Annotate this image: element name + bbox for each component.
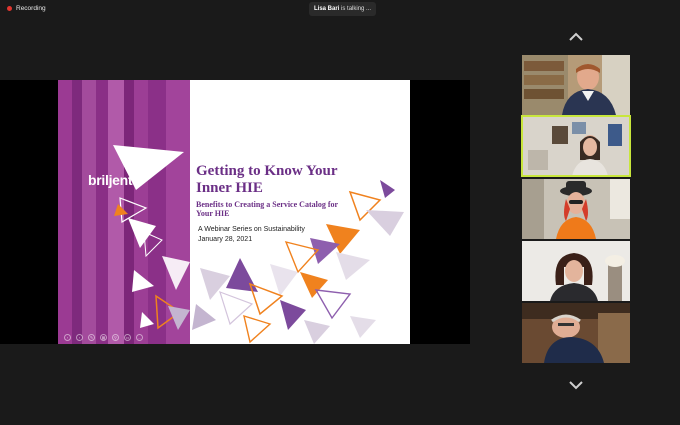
participant-video: [522, 55, 630, 115]
slide-brand-panel: briljent ‹ › ✎ ▦ ⚲ ▭ …: [58, 80, 190, 344]
slide-title-line-1: Getting to Know Your: [196, 163, 338, 179]
slide-triangle-pattern: [192, 180, 404, 344]
recording-indicator[interactable]: Recording: [7, 5, 46, 12]
previous-slide-icon[interactable]: ‹: [64, 334, 71, 341]
active-speaker-name: Lisa Bari: [314, 6, 340, 12]
slide-control-bar: ‹ › ✎ ▦ ⚲ ▭ …: [64, 334, 143, 341]
zoom-icon[interactable]: ⚲: [112, 334, 119, 341]
subtitles-icon[interactable]: ▭: [124, 334, 131, 341]
participant-video: [522, 179, 630, 239]
participant-video: [522, 241, 630, 301]
participant-video-tile[interactable]: [522, 241, 630, 301]
slides-grid-icon[interactable]: ▦: [100, 334, 107, 341]
recording-dot-icon: [7, 6, 12, 11]
participant-video-tile[interactable]: [522, 303, 630, 363]
slide-decoration-left: [113, 145, 190, 330]
participant-video-tile[interactable]: [522, 179, 630, 239]
participant-video-tile[interactable]: [522, 55, 630, 115]
presentation-slide: briljent ‹ › ✎ ▦ ⚲ ▭ … Getting to Know Y…: [58, 80, 410, 344]
participant-video: [522, 116, 630, 176]
more-options-icon[interactable]: …: [136, 334, 143, 341]
chevron-up-icon[interactable]: [568, 32, 584, 42]
briljent-logo: briljent: [88, 172, 133, 188]
next-slide-icon[interactable]: ›: [76, 334, 83, 341]
slide-content-panel: Getting to Know Your Inner HIE Benefits …: [190, 80, 410, 344]
active-speaker-status: is talking ...: [341, 6, 372, 12]
participant-video-tile-active-speaker[interactable]: [521, 115, 631, 177]
shared-screen[interactable]: briljent ‹ › ✎ ▦ ⚲ ▭ … Getting to Know Y…: [0, 80, 470, 344]
pen-icon[interactable]: ✎: [88, 334, 95, 341]
recording-label: Recording: [16, 5, 46, 12]
chevron-down-icon[interactable]: [568, 380, 584, 390]
participant-video: [522, 303, 630, 363]
active-speaker-indicator: Lisa Bari is talking ...: [309, 2, 377, 16]
